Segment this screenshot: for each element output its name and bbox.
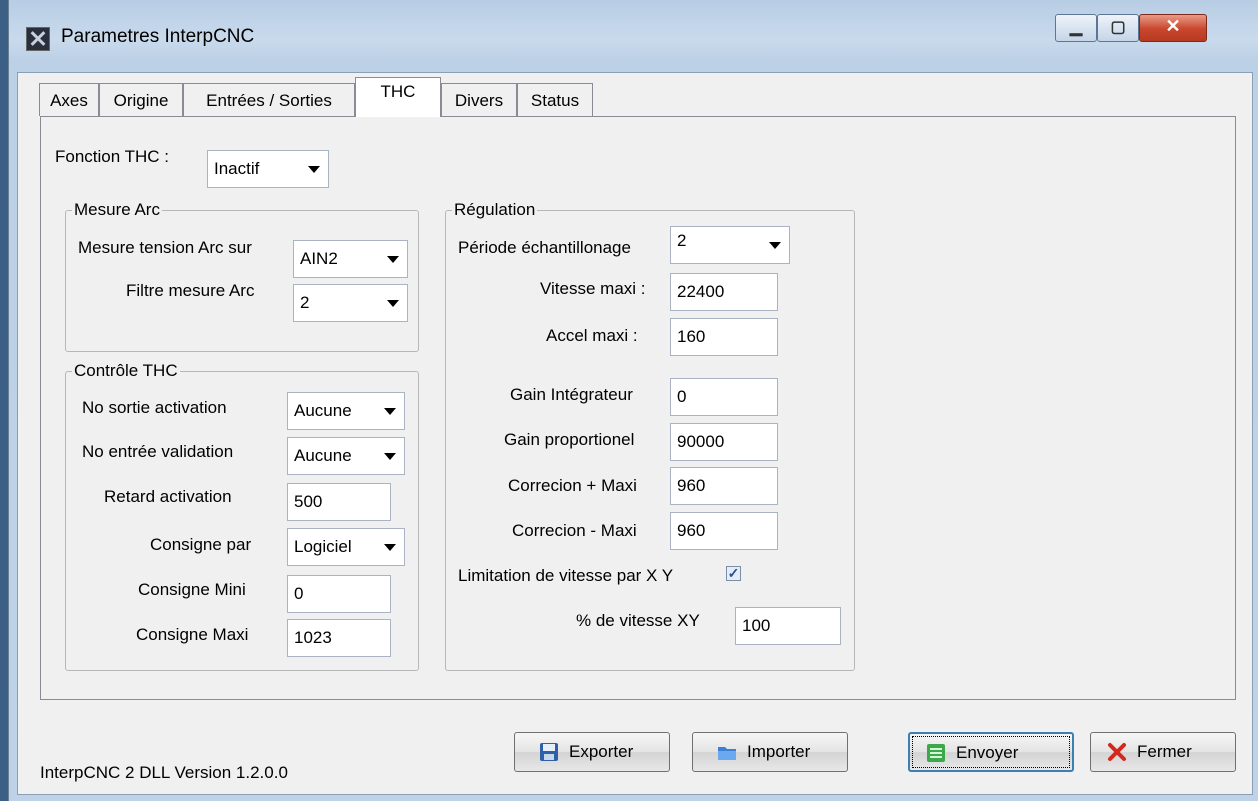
vitesse-maxi-label: Vitesse maxi : [540, 279, 646, 298]
envoyer-label: Envoyer [956, 743, 1019, 762]
tab-axes[interactable]: Axes [39, 83, 99, 116]
controle-thc-group: Contrôle THC No sortie activation Aucune… [65, 361, 419, 671]
correcion-minus-input[interactable]: 960 [670, 512, 778, 550]
entree-validation-select[interactable]: Aucune [287, 437, 405, 475]
title-bar[interactable]: Parametres InterpCNC ▁ ▢ ✕ [9, 0, 1258, 72]
consigne-maxi-label: Consigne Maxi [136, 625, 249, 644]
dialog-client: Axes Origine Entrées / Sorties THC Diver… [17, 72, 1253, 795]
accel-maxi-label: Accel maxi : [546, 326, 638, 345]
tab-thc[interactable]: THC [355, 77, 441, 117]
consigne-mini-label: Consigne Mini [138, 580, 246, 599]
vitesse-maxi-input[interactable]: 22400 [670, 273, 778, 311]
periode-label: Période échantillonage [458, 238, 631, 257]
tab-origine[interactable]: Origine [99, 83, 183, 116]
gain-integrateur-label: Gain Intégrateur [510, 385, 633, 404]
controle-thc-title: Contrôle THC [72, 361, 180, 381]
entree-validation-label: No entrée validation [82, 442, 234, 461]
consigne-par-label: Consigne par [150, 535, 252, 554]
minimize-icon: ▁ [1069, 19, 1083, 36]
chevron-down-icon [387, 300, 399, 307]
gain-proportionel-label: Gain proportionel [504, 430, 635, 449]
send-icon [927, 744, 945, 762]
fermer-button[interactable]: Fermer [1090, 732, 1236, 772]
entree-validation-value: Aucune [294, 446, 352, 465]
close-icon: ✕ [1165, 16, 1181, 36]
limitation-vitesse-label: Limitation de vitesse par X Y [458, 566, 674, 585]
consigne-par-select[interactable]: Logiciel [287, 528, 405, 566]
chevron-down-icon [387, 256, 399, 263]
filtre-arc-value: 2 [300, 293, 310, 312]
close-button[interactable]: ✕ [1139, 14, 1207, 42]
maximize-button[interactable]: ▢ [1097, 14, 1139, 42]
exporter-label: Exporter [569, 742, 634, 761]
mesure-arc-title: Mesure Arc [72, 200, 162, 220]
regulation-title: Régulation [452, 200, 538, 220]
consigne-par-value: Logiciel [294, 537, 352, 556]
window-title: Parametres InterpCNC [61, 26, 255, 47]
fonction-thc-label: Fonction THC : [55, 147, 170, 166]
importer-label: Importer [747, 742, 811, 761]
limitation-vitesse-checkbox[interactable]: ✓ [726, 566, 741, 581]
envoyer-button[interactable]: Envoyer [908, 732, 1074, 772]
sortie-activation-select[interactable]: Aucune [287, 392, 405, 430]
tension-arc-value: AIN2 [300, 249, 338, 268]
fermer-label: Fermer [1137, 742, 1192, 761]
close-x-icon [1108, 743, 1126, 761]
fonction-thc-select[interactable]: Inactif [207, 150, 329, 188]
filtre-arc-label: Filtre mesure Arc [126, 281, 255, 300]
correcion-plus-input[interactable]: 960 [670, 467, 778, 505]
mesure-arc-group: Mesure Arc Mesure tension Arc sur AIN2 F… [65, 200, 419, 352]
tab-status[interactable]: Status [517, 83, 593, 116]
correcion-plus-label: Correcion + Maxi [508, 476, 637, 495]
consigne-mini-input[interactable]: 0 [287, 575, 391, 613]
chevron-down-icon [769, 242, 781, 249]
accel-maxi-input[interactable]: 160 [670, 318, 778, 356]
sortie-activation-label: No sortie activation [82, 398, 227, 417]
version-status: InterpCNC 2 DLL Version 1.2.0.0 [40, 763, 288, 782]
tension-arc-select[interactable]: AIN2 [293, 240, 408, 278]
sortie-activation-value: Aucune [294, 401, 352, 420]
tab-entrees-sorties[interactable]: Entrées / Sorties [183, 83, 355, 116]
chevron-down-icon [384, 453, 396, 460]
pct-vitesse-label: % de vitesse XY [576, 611, 700, 630]
consigne-maxi-input[interactable]: 1023 [287, 619, 391, 657]
gain-integrateur-input[interactable]: 0 [670, 378, 778, 416]
dialog-window: Parametres InterpCNC ▁ ▢ ✕ Axes Origine … [8, 0, 1258, 801]
chevron-down-icon [384, 544, 396, 551]
periode-value: 2 [677, 231, 687, 250]
fonction-thc-value: Inactif [214, 159, 260, 178]
importer-button[interactable]: Importer [692, 732, 848, 772]
chevron-down-icon [384, 408, 396, 415]
filtre-arc-select[interactable]: 2 [293, 284, 408, 322]
regulation-group: Régulation Période échantillonage 2 Vite… [445, 200, 855, 671]
retard-activation-input[interactable]: 500 [287, 483, 391, 521]
thc-tab-panel: Fonction THC : Inactif Mesure Arc Mesure… [40, 116, 1236, 700]
maximize-icon: ▢ [1110, 19, 1126, 36]
save-icon [540, 743, 558, 761]
tab-divers[interactable]: Divers [441, 83, 517, 116]
pct-vitesse-input[interactable]: 100 [735, 607, 841, 645]
exporter-button[interactable]: Exporter [514, 732, 670, 772]
gain-proportionel-input[interactable]: 90000 [670, 423, 778, 461]
folder-icon [718, 747, 736, 760]
app-icon[interactable] [26, 27, 50, 51]
minimize-button[interactable]: ▁ [1055, 14, 1097, 42]
chevron-down-icon [308, 166, 320, 173]
tension-arc-label: Mesure tension Arc sur [78, 238, 252, 257]
periode-select[interactable]: 2 [670, 226, 790, 264]
correcion-minus-label: Correcion - Maxi [512, 521, 637, 540]
retard-activation-label: Retard activation [104, 487, 232, 506]
